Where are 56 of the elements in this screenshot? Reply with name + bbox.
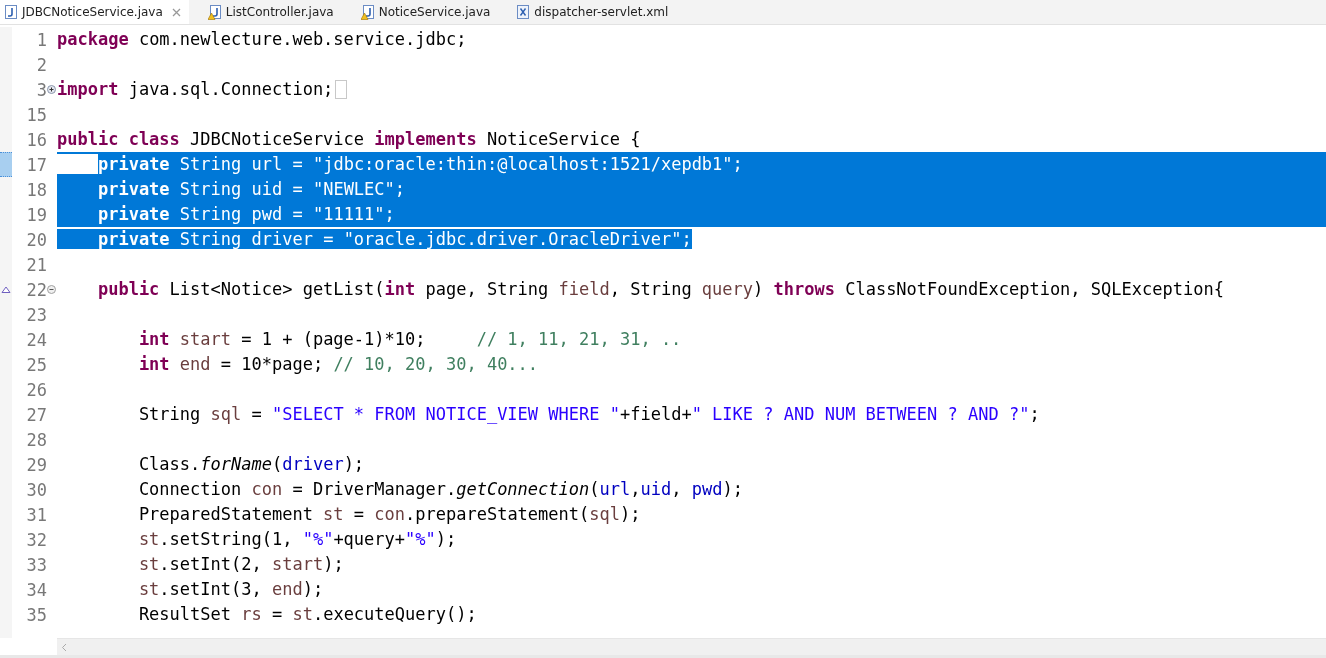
java-file-icon — [5, 5, 17, 19]
line-number: 20 — [25, 229, 47, 250]
code-line: public List<Notice> getList(int page, String field, String query) throws ClassNotFoundException, SQLException{ — [57, 277, 1224, 302]
xml-file-icon — [517, 5, 530, 19]
editor-tab[interactable]: JDBCNoticeService.java — [0, 0, 189, 24]
code-line: int end = 10*page; // 10, 20, 30, 40... — [57, 352, 539, 377]
close-icon[interactable] — [171, 7, 181, 17]
code-line: Connection con = DriverManager.getConnection(url,uid, pwd); — [57, 477, 743, 502]
line-number: 33 — [25, 554, 47, 575]
editor-tab[interactable]: NoticeService.java — [355, 0, 499, 24]
line-number: 23 — [25, 304, 47, 325]
line-number: 34 — [25, 579, 47, 600]
line-number: 26 — [25, 379, 47, 400]
line-number: 30 — [25, 479, 47, 500]
implements-triangle-icon[interactable] — [1, 286, 11, 293]
code-line: String sql = "SELECT * FROM NOTICE_VIEW WHERE "+field+" LIKE ? AND NUM BETWEEN ? AND ?"; — [57, 402, 1040, 427]
code-line: private String driver = "oracle.jdbc.driver.OracleDriver"; — [57, 227, 692, 252]
line-number: 15 — [25, 104, 47, 125]
code-line: private String pwd = "11111"; — [57, 202, 395, 227]
line-number: 24 — [25, 329, 47, 350]
code-line: int start = 1 + (page-1)*10; // 1, 11, 21, 31, .. — [57, 327, 682, 352]
line-number: 17 — [25, 154, 47, 175]
line-number: 19 — [25, 204, 47, 225]
editor-tab[interactable]: ListController.java — [202, 0, 342, 24]
expand-fold-icon[interactable] — [47, 85, 56, 94]
code-line: public class JDBCNoticeService implements NoticeService { — [57, 128, 641, 151]
line-number: 35 — [25, 604, 47, 625]
line-number: 1 — [35, 29, 47, 50]
java-file-warning-icon — [207, 4, 221, 20]
editor-tab[interactable]: dispatcher-servlet.xml — [512, 0, 677, 24]
line-number: 25 — [25, 354, 47, 375]
code-line: PreparedStatement st = con.prepareStatement(sql); — [57, 502, 641, 527]
code-line: Class.forName(driver); — [57, 452, 365, 477]
code-line: private String url = "jdbc:oracle:thin:@localhost:1521/xepdb1"; — [57, 152, 743, 177]
line-number: 22 — [25, 279, 47, 300]
java-file-warning-icon — [360, 4, 374, 20]
code-line: st.setInt(3, end); — [57, 577, 324, 602]
line-number: 32 — [25, 529, 47, 550]
horizontal-scrollbar[interactable] — [57, 638, 1326, 655]
line-number: 2 — [35, 54, 47, 75]
line-number: 21 — [25, 254, 47, 275]
line-number: 3 — [35, 79, 47, 100]
code-line: st.setInt(2, start); — [57, 552, 344, 577]
line-number: 18 — [25, 179, 47, 200]
code-line: private String uid = "NEWLEC"; — [57, 177, 406, 202]
line-number: 31 — [25, 504, 47, 525]
collapse-fold-icon[interactable] — [47, 285, 56, 294]
line-number: 29 — [25, 454, 47, 475]
occurrence-marker[interactable] — [0, 152, 12, 177]
scroll-left-icon[interactable] — [61, 642, 67, 652]
line-number: 16 — [25, 129, 47, 150]
folded-code-box[interactable] — [335, 80, 348, 99]
code-line: ResultSet rs = st.executeQuery(); — [57, 602, 477, 627]
line-number: 28 — [25, 429, 47, 450]
line-number: 27 — [25, 404, 47, 425]
code-line: st.setString(1, "%"+query+"%"); — [57, 527, 457, 552]
